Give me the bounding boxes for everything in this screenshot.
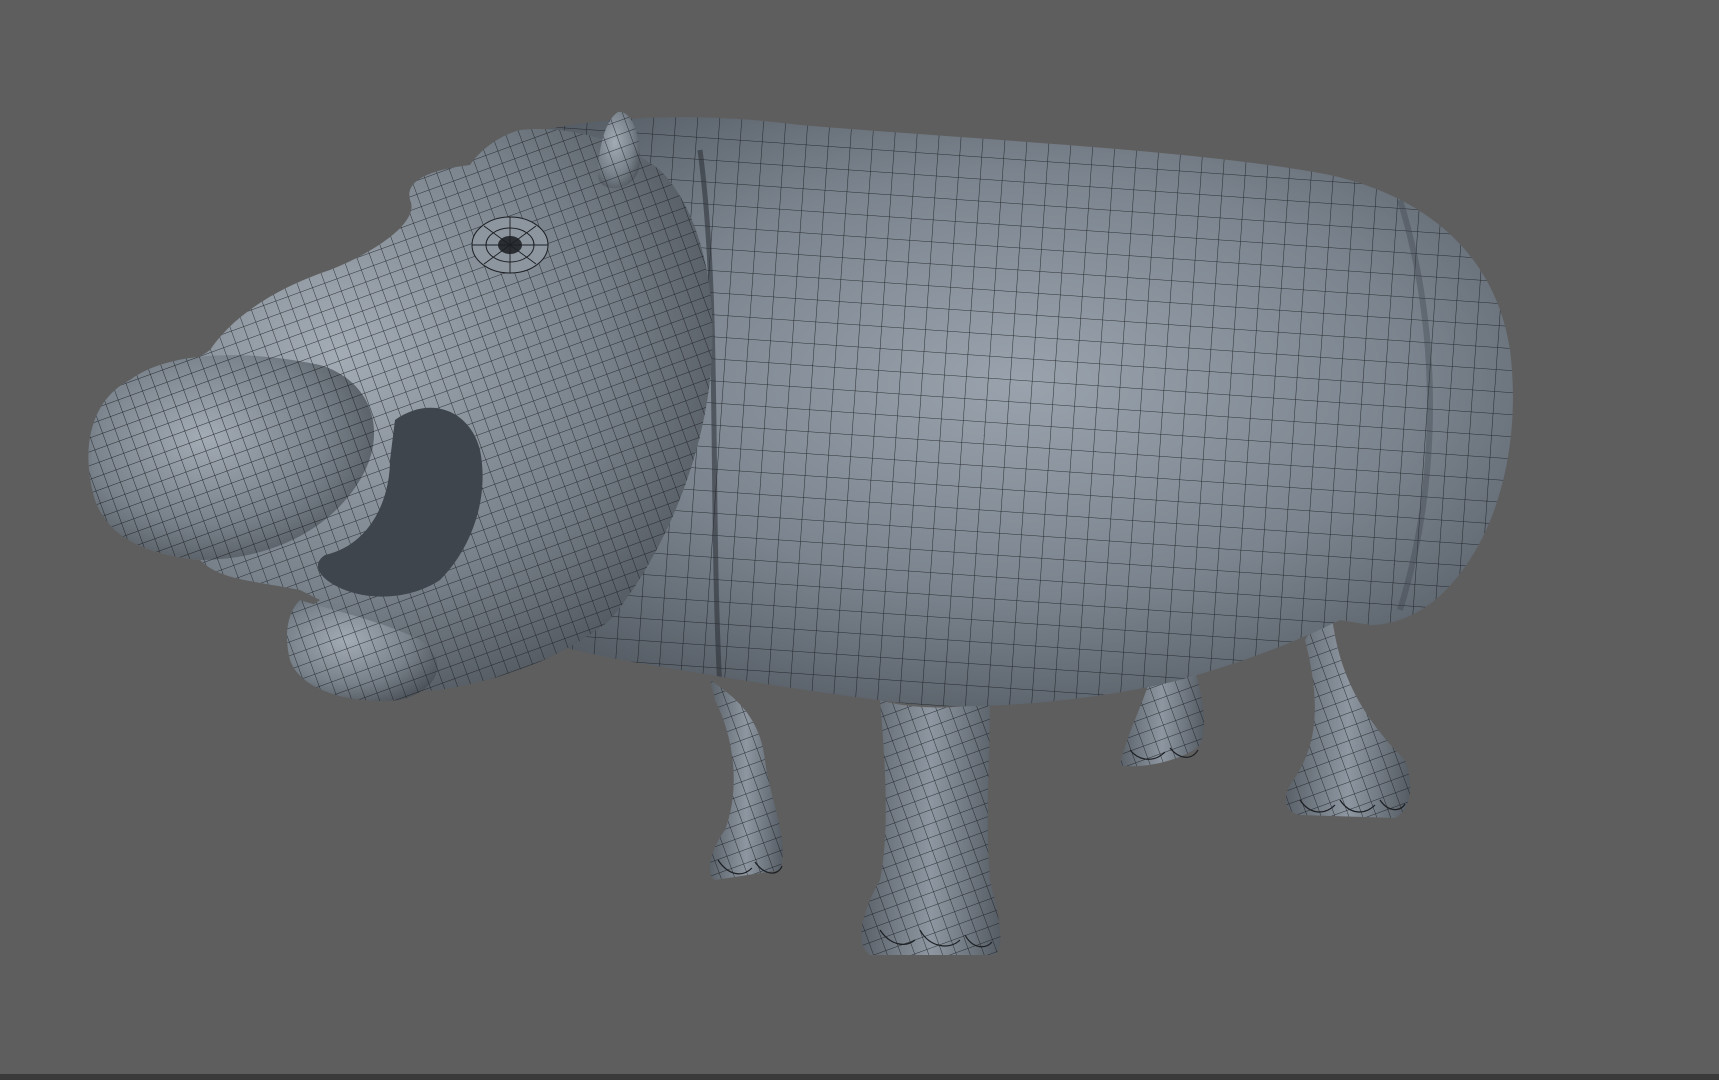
hippo-eye: [471, 216, 549, 274]
front-leg-far: [709, 680, 783, 880]
hippo-wireframe-model[interactable]: [0, 0, 1719, 1080]
3d-viewport[interactable]: [0, 0, 1719, 1080]
front-leg-near: [861, 700, 1001, 955]
viewport-bottom-border: [0, 1074, 1719, 1080]
